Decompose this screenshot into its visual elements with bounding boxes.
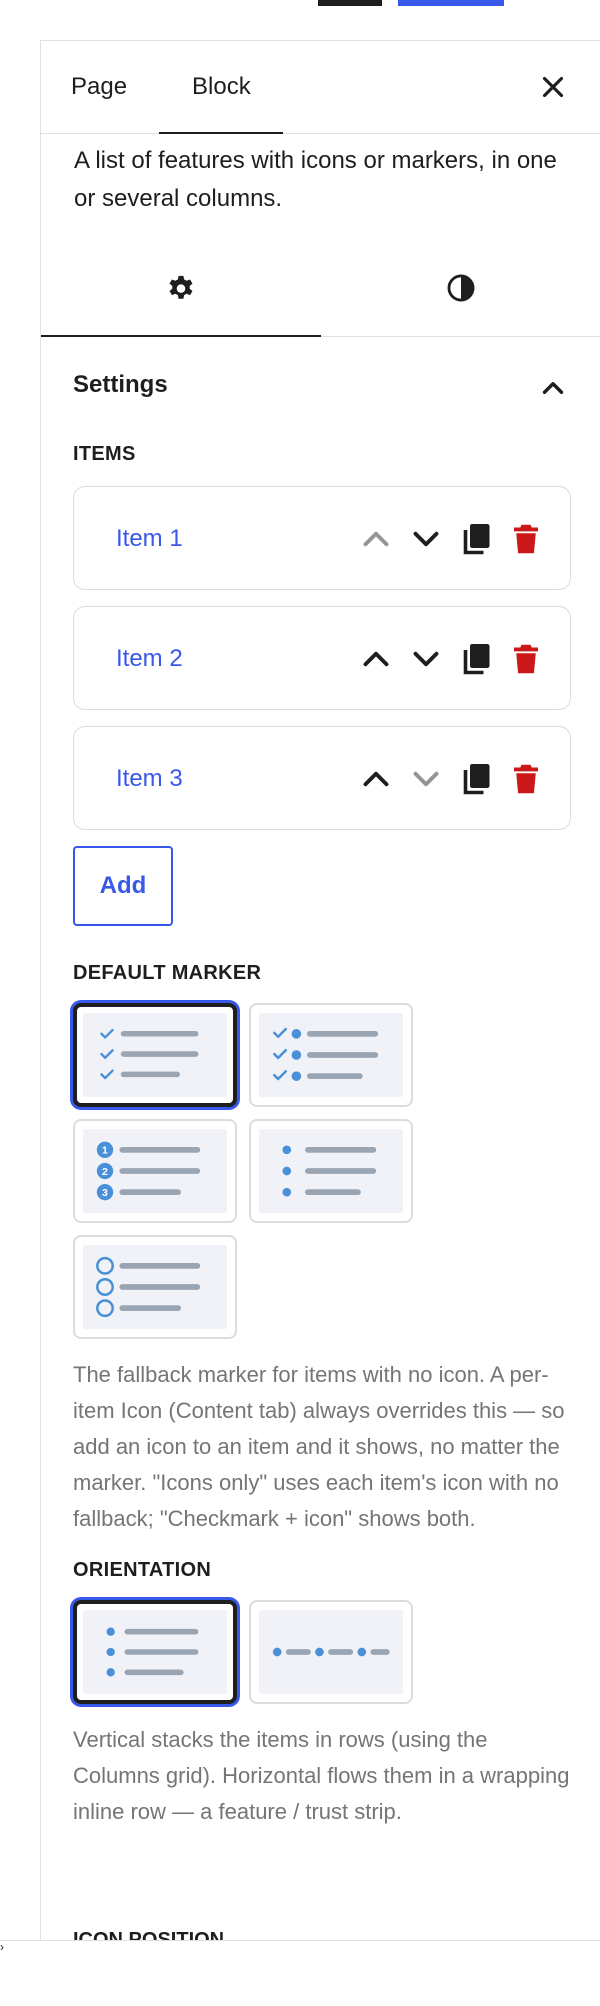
block-subtabs bbox=[41, 240, 600, 337]
duplicate-icon[interactable] bbox=[458, 641, 494, 677]
move-down-icon[interactable] bbox=[408, 761, 444, 797]
svg-text:3: 3 bbox=[102, 1187, 108, 1199]
gear-icon bbox=[169, 275, 193, 299]
tab-styles[interactable] bbox=[321, 240, 600, 336]
marker-option-icons-only[interactable] bbox=[73, 1235, 237, 1339]
footer-divider bbox=[0, 1940, 600, 1941]
move-down-icon[interactable] bbox=[408, 641, 444, 677]
orientation-options bbox=[73, 1600, 570, 1704]
marker-option-checkmark-icon[interactable] bbox=[249, 1003, 413, 1107]
tab-page[interactable]: Page bbox=[71, 41, 127, 133]
toolbar-button-dark[interactable] bbox=[318, 0, 382, 6]
block-settings-sidebar: Page Block A list of features with icons… bbox=[41, 41, 600, 1940]
svg-text:2: 2 bbox=[102, 1166, 108, 1178]
item-label[interactable]: Item 1 bbox=[116, 487, 183, 591]
close-icon[interactable] bbox=[536, 70, 570, 104]
list-item: Item 2 bbox=[73, 606, 571, 710]
default-marker-label: DEFAULT MARKER bbox=[73, 962, 262, 984]
orientation-help-text: Vertical stacks the items in rows (using… bbox=[73, 1727, 570, 1824]
list-item: Item 3 bbox=[73, 726, 571, 830]
items-label: ITEMS bbox=[73, 443, 136, 465]
bullet-list-icon bbox=[282, 1145, 377, 1197]
items-list: Item 1 Item 2 Item 3 bbox=[73, 486, 571, 830]
orientation-option-vertical[interactable] bbox=[73, 1600, 237, 1704]
list-item: Item 1 bbox=[73, 486, 571, 590]
ring-list-icon bbox=[96, 1256, 201, 1318]
block-description: A list of features with icons or markers… bbox=[74, 147, 557, 212]
panel-title: Settings bbox=[73, 371, 168, 398]
trash-icon[interactable] bbox=[508, 521, 544, 557]
duplicate-icon[interactable] bbox=[458, 761, 494, 797]
contrast-icon bbox=[447, 274, 475, 302]
checkmark-dot-list-icon bbox=[273, 1027, 379, 1081]
duplicate-icon[interactable] bbox=[458, 521, 494, 557]
chevron-up-icon[interactable] bbox=[536, 371, 570, 405]
editor-canvas-edge: › bbox=[0, 40, 41, 1954]
svg-text:1: 1 bbox=[102, 1145, 108, 1157]
settings-panel-header[interactable]: Settings bbox=[73, 337, 570, 441]
tab-settings[interactable] bbox=[41, 240, 321, 336]
sidebar-tabs: Page Block bbox=[41, 41, 600, 134]
move-down-icon[interactable] bbox=[408, 521, 444, 557]
move-up-icon[interactable] bbox=[358, 761, 394, 797]
settings-panel: Settings ITEMS Item 1 Item 2 Item 3 Add … bbox=[41, 337, 600, 1830]
marker-option-dots[interactable] bbox=[249, 1119, 413, 1223]
move-up-icon[interactable] bbox=[358, 521, 394, 557]
numbered-list-icon: 1 2 3 bbox=[96, 1141, 201, 1201]
marker-options: 1 2 3 bbox=[73, 1003, 570, 1339]
icon-position-label: ICON POSITION bbox=[73, 1929, 225, 1940]
marker-option-checkmark[interactable] bbox=[73, 1003, 237, 1107]
horizontal-list-icon bbox=[272, 1647, 390, 1657]
item-label[interactable]: Item 2 bbox=[116, 607, 183, 711]
active-tab-indicator bbox=[159, 132, 283, 134]
orientation-option-horizontal[interactable] bbox=[249, 1600, 413, 1704]
marker-help-text: The fallback marker for items with no ic… bbox=[73, 1362, 565, 1531]
orientation-label: ORIENTATION bbox=[73, 1559, 212, 1581]
tab-block[interactable]: Block bbox=[192, 41, 251, 133]
caret-icon: › bbox=[0, 1940, 4, 1954]
toolbar-button-primary[interactable] bbox=[398, 0, 504, 6]
add-item-button[interactable]: Add bbox=[73, 846, 173, 926]
move-up-icon[interactable] bbox=[358, 641, 394, 677]
checkmark-list-icon bbox=[100, 1028, 199, 1080]
editor-top-bar bbox=[0, 0, 600, 41]
trash-icon[interactable] bbox=[508, 641, 544, 677]
marker-option-numbers[interactable]: 1 2 3 bbox=[73, 1119, 237, 1223]
item-label[interactable]: Item 3 bbox=[116, 727, 183, 831]
trash-icon[interactable] bbox=[508, 761, 544, 797]
vertical-list-icon bbox=[106, 1627, 199, 1677]
